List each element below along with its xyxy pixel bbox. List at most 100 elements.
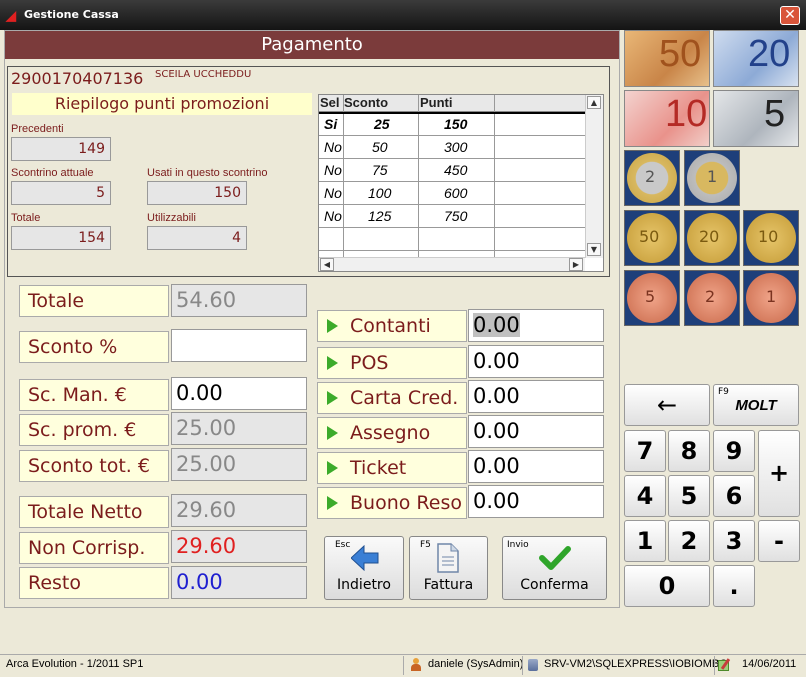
grid-cell-sel: No [324,162,342,178]
coin-5-cent-button[interactable]: 5 [624,270,680,326]
usati-field: 150 [147,181,247,205]
backspace-key[interactable]: ← [624,384,710,426]
conferma-label: Conferma [520,577,589,593]
close-button[interactable]: ✕ [780,6,800,25]
key-plus[interactable]: + [758,430,800,517]
banknote-50-button[interactable]: 50 [624,30,710,87]
sconto-pct-label: Sconto % [19,331,169,363]
key-9[interactable]: 9 [713,430,755,472]
coin-10-cent-button[interactable]: 10 [743,210,799,266]
grid-horizontal-scrollbar[interactable] [319,257,585,271]
molt-key[interactable]: F9 MOLT [713,384,799,426]
payment-ticket-button[interactable]: Ticket [317,452,467,484]
play-icon [327,461,338,475]
table-row[interactable]: No 50 300 [319,138,585,158]
payment-contanti-input[interactable]: 0.00 [468,309,604,342]
scroll-down-icon[interactable]: ▼ [587,243,601,256]
conferma-button[interactable]: Invio Conferma [502,536,607,600]
scroll-up-icon[interactable]: ▲ [587,96,601,109]
payment-buono-reso-button[interactable]: Buono Reso [317,487,467,519]
grid-row-line [319,158,585,159]
coin-value: 1 [707,167,718,186]
grid-header-sconto[interactable]: Sconto [344,95,388,110]
table-row[interactable]: No 125 750 [319,207,585,227]
payment-contanti-button[interactable]: Contanti [317,310,467,342]
grid-vertical-scrollbar[interactable] [585,95,603,258]
coin-value: 5 [645,287,656,306]
checkmark-icon [539,546,571,570]
status-divider [403,656,404,675]
grid-header-punti[interactable]: Punti [420,95,453,110]
key-0[interactable]: 0 [624,565,710,607]
banknote-5-button[interactable]: 5 [713,90,799,147]
sc-man-label: Sc. Man. € [19,379,169,411]
scontrino-field: 5 [11,181,111,205]
sconto-pct-input[interactable] [171,329,307,362]
key-7[interactable]: 7 [624,430,666,472]
banknote-20-button[interactable]: 20 [713,30,799,87]
document-icon [437,543,459,573]
scroll-right-icon[interactable]: ▶ [569,258,583,271]
grid-row-line [319,227,585,228]
status-user: daniele (SysAdmin) [428,658,524,670]
usati-label: Usati in questo scontrino [147,167,268,179]
key-4[interactable]: 4 [624,475,666,517]
key-dot[interactable]: . [713,565,755,607]
grid-cell-sel: Si [324,116,338,132]
key-8[interactable]: 8 [668,430,710,472]
banknote-10-button[interactable]: 10 [624,90,710,147]
invio-key-hint: Invio [507,540,529,550]
coin-2-euro-button[interactable]: 2 [624,150,680,206]
calendar-edit-icon [718,658,732,671]
indietro-label: Indietro [337,577,391,593]
table-row[interactable]: No 75 450 [319,161,585,181]
esc-key-hint: Esc [335,540,351,550]
coin-value: 2 [645,167,656,186]
payment-assegno-input[interactable]: 0.00 [468,415,604,448]
payment-carta-input[interactable]: 0.00 [468,380,604,413]
payment-pos-button[interactable]: POS [317,347,467,379]
grid-cell-sconto: 25 [374,116,390,132]
table-row[interactable]: Si 25 150 [319,115,585,135]
payment-carta-button[interactable]: Carta Cred. [317,382,467,414]
status-divider [522,656,523,675]
totale-netto-label: Totale Netto [19,496,169,528]
key-1[interactable]: 1 [624,520,666,562]
payment-ticket-input[interactable]: 0.00 [468,450,604,483]
key-2[interactable]: 2 [668,520,710,562]
sc-prom-field: 25.00 [171,412,307,445]
coin-1-euro-button[interactable]: 1 [684,150,740,206]
coin-1-cent-button[interactable]: 1 [743,270,799,326]
non-corrisp-label: Non Corrisp. [19,532,169,564]
key-minus[interactable]: - [758,520,800,562]
fattura-button[interactable]: F5 Fattura [409,536,488,600]
utilizzabili-field: 4 [147,226,247,250]
play-icon [327,496,338,510]
grid-cell-sconto: 125 [368,208,392,224]
coin-50-cent-button[interactable]: 50 [624,210,680,266]
banknote-value: 20 [748,33,791,75]
totale-punti-label: Totale [11,212,41,224]
totale-field: 54.60 [171,284,307,317]
key-3[interactable]: 3 [713,520,755,562]
grid-header-underline [319,112,585,114]
table-row[interactable]: No 100 600 [319,184,585,204]
card-code: 2900170407136 [11,69,144,88]
indietro-button[interactable]: Esc Indietro [324,536,404,600]
coin-20-cent-button[interactable]: 20 [684,210,740,266]
coin-2-cent-button[interactable]: 2 [684,270,740,326]
key-5[interactable]: 5 [668,475,710,517]
payment-pos-input[interactable]: 0.00 [468,345,604,378]
resto-label: Resto [19,567,169,599]
sc-man-input[interactable]: 0.00 [171,377,307,410]
grid-header-sel[interactable]: Sel [320,95,340,110]
sconto-tot-label: Sconto tot. € [19,450,169,482]
scroll-left-icon[interactable]: ◀ [320,258,334,271]
play-icon [327,391,338,405]
totale-label: Totale [19,285,169,317]
key-6[interactable]: 6 [713,475,755,517]
payment-assegno-button[interactable]: Assegno [317,417,467,449]
payment-buono-reso-input[interactable]: 0.00 [468,485,604,518]
coin-value: 1 [766,287,777,306]
grid-row-line [319,181,585,182]
